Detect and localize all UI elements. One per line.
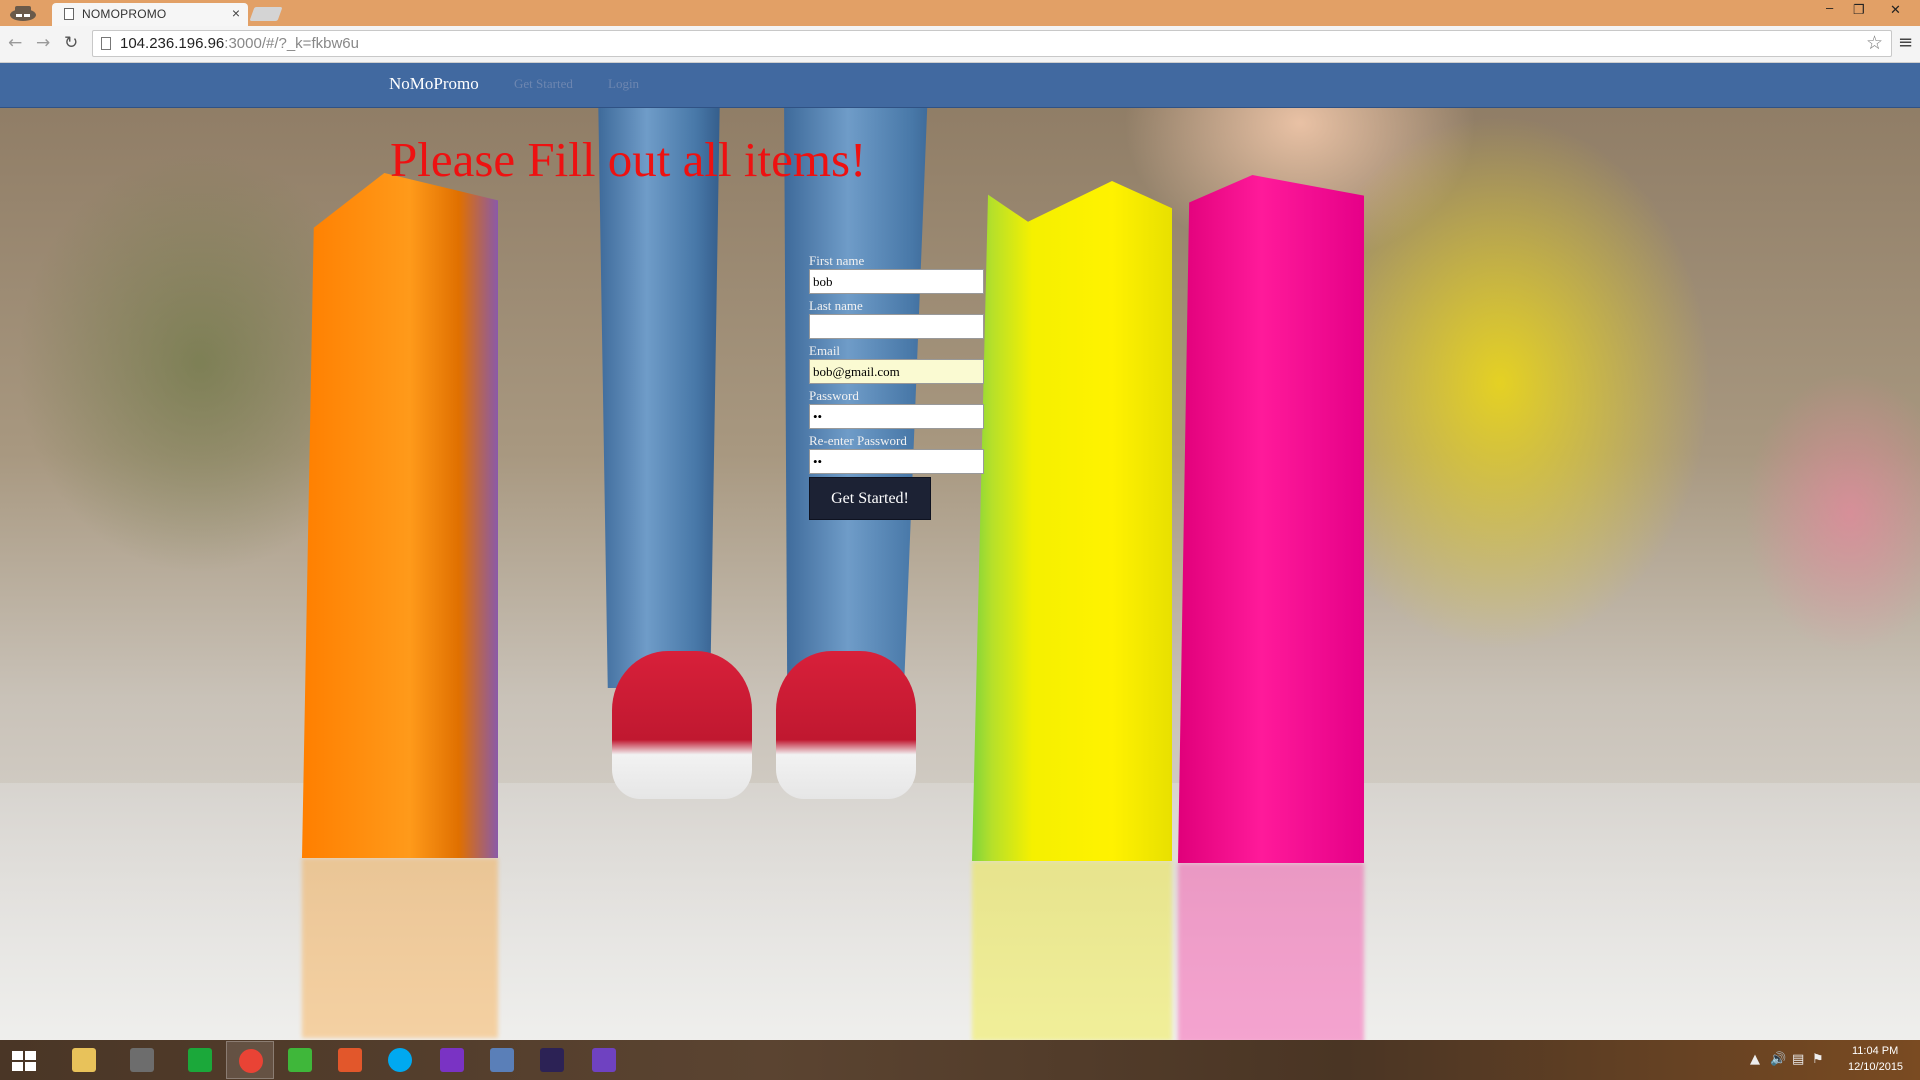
github-icon <box>592 1048 616 1072</box>
url-text[interactable]: 104.236.196.96:3000/#/?_k=fkbw6u <box>120 35 359 52</box>
new-tab-button[interactable] <box>249 7 283 21</box>
page-icon <box>64 8 74 20</box>
reload-button[interactable]: ↻ <box>64 33 78 53</box>
taskbar-button-remote-desktop[interactable] <box>478 1041 526 1079</box>
eclipse-icon <box>540 1048 564 1072</box>
reenter-password-field[interactable] <box>809 449 984 474</box>
tab-title: NOMOPROMO <box>82 7 167 21</box>
password-label: Password <box>809 388 859 403</box>
site-navbar: NoMoPromo Get Started Login <box>0 63 1920 108</box>
nav-get-started-link[interactable]: Get Started <box>514 76 573 92</box>
page-viewport: NoMoPromo Get Started Login Please Fill … <box>0 63 1920 1040</box>
right-sneaker <box>776 651 916 799</box>
floor-reflection <box>0 783 1920 1040</box>
email-field[interactable] <box>809 359 984 384</box>
brand-link[interactable]: NoMoPromo <box>389 74 479 94</box>
url-path: :3000/#/?_k=fkbw6u <box>224 35 359 52</box>
taskbar-button-github[interactable] <box>580 1041 628 1079</box>
email-label: Email <box>809 343 841 358</box>
first-name-label: First name <box>809 253 865 268</box>
yellow-shopping-bag <box>972 181 1172 861</box>
address-bar[interactable]: 104.236.196.96:3000/#/?_k=fkbw6u ☆ <box>92 30 1892 57</box>
browser-title-bar: NOMOPROMO × ‒ ❐ ✕ <box>0 0 1920 26</box>
taskbar-button-eclipse[interactable] <box>528 1041 576 1079</box>
taskbar-button-wechat[interactable] <box>276 1041 324 1079</box>
page-icon <box>101 37 111 50</box>
back-button[interactable]: ← <box>8 33 22 53</box>
image-viewer-icon <box>338 1048 362 1072</box>
pink-bag-reflection <box>1178 863 1364 1040</box>
left-sneaker <box>612 651 752 799</box>
tab-close-icon[interactable]: × <box>232 5 240 21</box>
wechat-icon <box>288 1048 312 1072</box>
minimize-button[interactable]: ‒ <box>1826 0 1833 15</box>
windows-logo-icon <box>12 1051 36 1071</box>
signup-form: First name Last name Email Password Re-e… <box>809 252 985 520</box>
orange-shopping-bag <box>302 173 498 858</box>
browser-menu-icon[interactable]: ≡ <box>1898 32 1913 53</box>
taskbar-button-search-app[interactable] <box>428 1041 476 1079</box>
clock-date[interactable]: 12/10/2015 <box>1848 1061 1903 1073</box>
app-icon-2 <box>130 1048 154 1072</box>
password-field[interactable] <box>809 404 984 429</box>
taskbar-button-chrome[interactable] <box>226 1041 274 1079</box>
url-host: 104.236.196.96 <box>120 35 225 52</box>
first-name-field[interactable] <box>809 269 984 294</box>
action-center-icon[interactable]: ⚑ <box>1812 1052 1824 1067</box>
browser-tab[interactable]: NOMOPROMO × <box>52 3 248 26</box>
chrome-icon <box>239 1049 263 1073</box>
forward-button[interactable]: → <box>36 33 50 53</box>
taskbar-button-image-viewer[interactable] <box>326 1041 374 1079</box>
pink-shopping-bag <box>1178 175 1364 863</box>
network-icon[interactable]: ▤ <box>1792 1052 1804 1067</box>
show-hidden-icons-icon[interactable]: ▲ <box>1750 1052 1760 1067</box>
browser-toolbar: ← → ↻ 104.236.196.96:3000/#/?_k=fkbw6u ☆… <box>0 26 1920 63</box>
taskbar-button-file-explorer[interactable] <box>60 1041 108 1079</box>
get-started-button[interactable]: Get Started! <box>809 477 931 520</box>
windows-taskbar: ▲ 🔊 ▤ ⚑ 11:04 PM 12/10/2015 <box>0 1040 1920 1080</box>
reenter-password-label: Re-enter Password <box>809 433 907 448</box>
remote-desktop-icon <box>490 1048 514 1072</box>
file-explorer-icon <box>72 1048 96 1072</box>
taskbar-button-app-icon-2[interactable] <box>118 1041 166 1079</box>
last-name-field[interactable] <box>809 314 984 339</box>
clock-time[interactable]: 11:04 PM <box>1852 1045 1898 1057</box>
skype-icon <box>388 1048 412 1072</box>
last-name-label: Last name <box>809 298 863 313</box>
yellow-bag-reflection <box>972 861 1172 1040</box>
taskbar-button-store[interactable] <box>176 1041 224 1079</box>
close-window-button[interactable]: ✕ <box>1890 2 1901 18</box>
error-message: Please Fill out all items! <box>390 132 867 187</box>
store-icon <box>188 1048 212 1072</box>
taskbar-button-skype[interactable] <box>376 1041 424 1079</box>
orange-bag-reflection <box>302 858 498 1038</box>
nav-login-link[interactable]: Login <box>608 76 639 92</box>
search-app-icon <box>440 1048 464 1072</box>
restore-button[interactable]: ❐ <box>1853 2 1865 18</box>
volume-icon[interactable]: 🔊 <box>1770 1052 1786 1067</box>
browser-profile-icon[interactable] <box>6 3 40 23</box>
bookmark-star-icon[interactable]: ☆ <box>1866 32 1883 54</box>
start-button[interactable] <box>0 1041 48 1079</box>
